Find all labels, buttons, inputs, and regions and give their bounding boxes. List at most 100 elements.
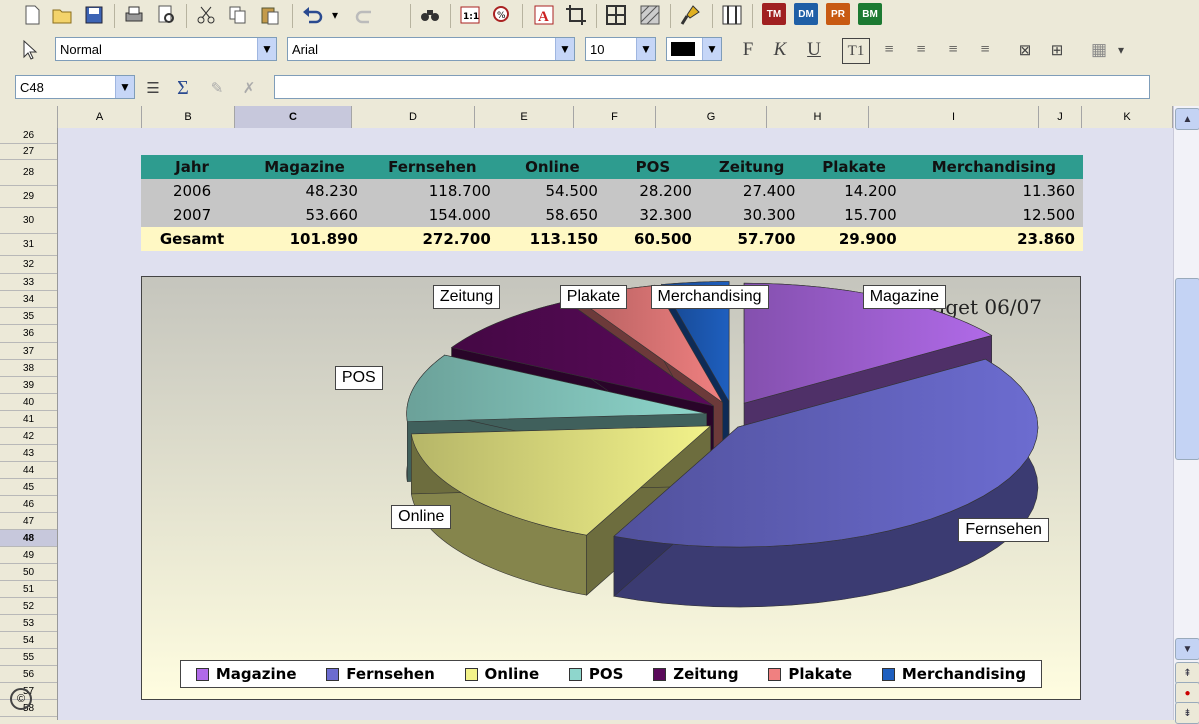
- cell-reference-select[interactable]: C48 ▼: [15, 75, 135, 99]
- row-header[interactable]: 54: [0, 632, 57, 649]
- row-header[interactable]: 48: [0, 530, 57, 547]
- table-total-cell[interactable]: 23.860: [904, 227, 1083, 251]
- font-size-select[interactable]: 10 ▼: [585, 37, 656, 61]
- row-header[interactable]: 30: [0, 208, 57, 234]
- tm-icon[interactable]: TM: [762, 3, 786, 25]
- table-cell[interactable]: 118.700: [365, 179, 499, 203]
- table-cell[interactable]: 2006: [141, 179, 244, 203]
- table-total-cell[interactable]: 57.700: [699, 227, 804, 251]
- zoom-icon[interactable]: %: [490, 3, 514, 27]
- table-total-cell[interactable]: Gesamt: [141, 227, 244, 251]
- paste-icon[interactable]: [258, 3, 282, 27]
- table-total-cell[interactable]: 60.500: [605, 227, 700, 251]
- table-cell[interactable]: 27.400: [699, 179, 804, 203]
- row-header[interactable]: 51: [0, 581, 57, 598]
- row-header[interactable]: 44: [0, 462, 57, 479]
- row-header[interactable]: 35: [0, 308, 57, 325]
- table-cell[interactable]: 11.360: [904, 179, 1083, 203]
- dm-icon[interactable]: DM: [794, 3, 818, 25]
- row-header[interactable]: 38: [0, 360, 57, 377]
- row-header[interactable]: 40: [0, 394, 57, 411]
- select-all-corner[interactable]: [0, 106, 58, 128]
- column-header-selected[interactable]: C: [235, 106, 352, 128]
- pattern-icon[interactable]: [638, 3, 662, 27]
- table-total-cell[interactable]: 272.700: [365, 227, 499, 251]
- row-header[interactable]: 32: [0, 256, 57, 274]
- column-header[interactable]: H: [767, 106, 869, 128]
- chevron-down-icon[interactable]: ▼: [115, 76, 134, 98]
- table-header-cell[interactable]: POS: [605, 155, 700, 179]
- row-header[interactable]: 45: [0, 479, 57, 496]
- find-binoculars-icon[interactable]: [418, 3, 442, 27]
- chevron-down-icon[interactable]: ▼: [555, 38, 574, 60]
- row-header[interactable]: 43: [0, 445, 57, 462]
- browse-object-icon[interactable]: ●: [1175, 682, 1199, 704]
- chevron-down-icon[interactable]: ▼: [636, 38, 655, 60]
- scroll-up-button[interactable]: ▲: [1175, 108, 1199, 130]
- column-header[interactable]: J: [1039, 106, 1082, 128]
- table-header-cell[interactable]: Zeitung: [699, 155, 804, 179]
- underline-icon[interactable]: U: [801, 38, 827, 62]
- row-header[interactable]: 53: [0, 615, 57, 632]
- table-total-cell[interactable]: 113.150: [498, 227, 606, 251]
- table-cell[interactable]: 14.200: [803, 179, 905, 203]
- table-total-cell[interactable]: 101.890: [243, 227, 366, 251]
- align-center-icon[interactable]: ≡: [940, 38, 966, 62]
- row-header[interactable]: 27: [0, 144, 57, 160]
- cell-borders-icon[interactable]: ▦: [1086, 38, 1112, 62]
- row-header[interactable]: 37: [0, 343, 57, 360]
- crop-icon[interactable]: [564, 3, 588, 27]
- column-align-icon[interactable]: ⊞: [1044, 38, 1070, 62]
- table-cell[interactable]: 2007: [141, 203, 244, 227]
- row-header[interactable]: 46: [0, 496, 57, 513]
- format-painter-icon[interactable]: [678, 3, 702, 27]
- table-cell[interactable]: 58.650: [498, 203, 606, 227]
- undo-icon[interactable]: [300, 3, 324, 27]
- align-left-icon[interactable]: ≡: [876, 38, 902, 62]
- row-header[interactable]: 34: [0, 291, 57, 308]
- copy-icon[interactable]: [226, 3, 250, 27]
- row-header[interactable]: 49: [0, 547, 57, 564]
- merge-cells-icon[interactable]: ⊠: [1012, 38, 1038, 62]
- table-header-cell[interactable]: Plakate: [803, 155, 905, 179]
- column-header[interactable]: F: [574, 106, 656, 128]
- column-header[interactable]: D: [352, 106, 475, 128]
- table-header-cell[interactable]: Online: [498, 155, 606, 179]
- select-pointer-icon[interactable]: [18, 38, 42, 62]
- bm-icon[interactable]: BM: [858, 3, 882, 25]
- table-cell[interactable]: 53.660: [243, 203, 366, 227]
- table-header-cell[interactable]: Fernsehen: [365, 155, 499, 179]
- table-header-cell[interactable]: Magazine: [243, 155, 366, 179]
- column-header[interactable]: K: [1082, 106, 1173, 128]
- column-header[interactable]: I: [869, 106, 1039, 128]
- vertical-scrollbar[interactable]: ▲ ▼ ⇞ ● ⇟: [1173, 106, 1199, 724]
- table-total-cell[interactable]: 29.900: [803, 227, 905, 251]
- column-header[interactable]: G: [656, 106, 767, 128]
- print-icon[interactable]: [122, 3, 146, 27]
- font-color-select[interactable]: ▼: [666, 37, 722, 61]
- formula-input[interactable]: [274, 75, 1150, 99]
- table-header-cell[interactable]: Jahr: [141, 155, 244, 179]
- page-down-icon[interactable]: ⇟: [1175, 702, 1199, 724]
- table-cell[interactable]: 28.200: [605, 179, 700, 203]
- bold-icon[interactable]: F: [735, 38, 761, 62]
- equals-icon[interactable]: ☰: [140, 76, 166, 100]
- column-width-icon[interactable]: [720, 3, 744, 27]
- row-header[interactable]: 50: [0, 564, 57, 581]
- scroll-down-button[interactable]: ▼: [1175, 638, 1199, 660]
- row-header[interactable]: 42: [0, 428, 57, 445]
- row-header[interactable]: 36: [0, 325, 57, 343]
- table-cell[interactable]: 30.300: [699, 203, 804, 227]
- chevron-down-icon[interactable]: ▾: [1112, 38, 1130, 62]
- row-header[interactable]: 39: [0, 377, 57, 394]
- table-cell[interactable]: 12.500: [904, 203, 1083, 227]
- page-up-icon[interactable]: ⇞: [1175, 662, 1199, 684]
- row-header[interactable]: 52: [0, 598, 57, 615]
- undo-dropdown-icon[interactable]: ▾: [328, 3, 342, 27]
- open-folder-icon[interactable]: [50, 3, 74, 27]
- justify-icon[interactable]: ≡: [972, 38, 998, 62]
- save-icon[interactable]: [82, 3, 106, 27]
- table-cell[interactable]: 32.300: [605, 203, 700, 227]
- table-header-cell[interactable]: Merchandising: [904, 155, 1083, 179]
- row-header[interactable]: 29: [0, 186, 57, 208]
